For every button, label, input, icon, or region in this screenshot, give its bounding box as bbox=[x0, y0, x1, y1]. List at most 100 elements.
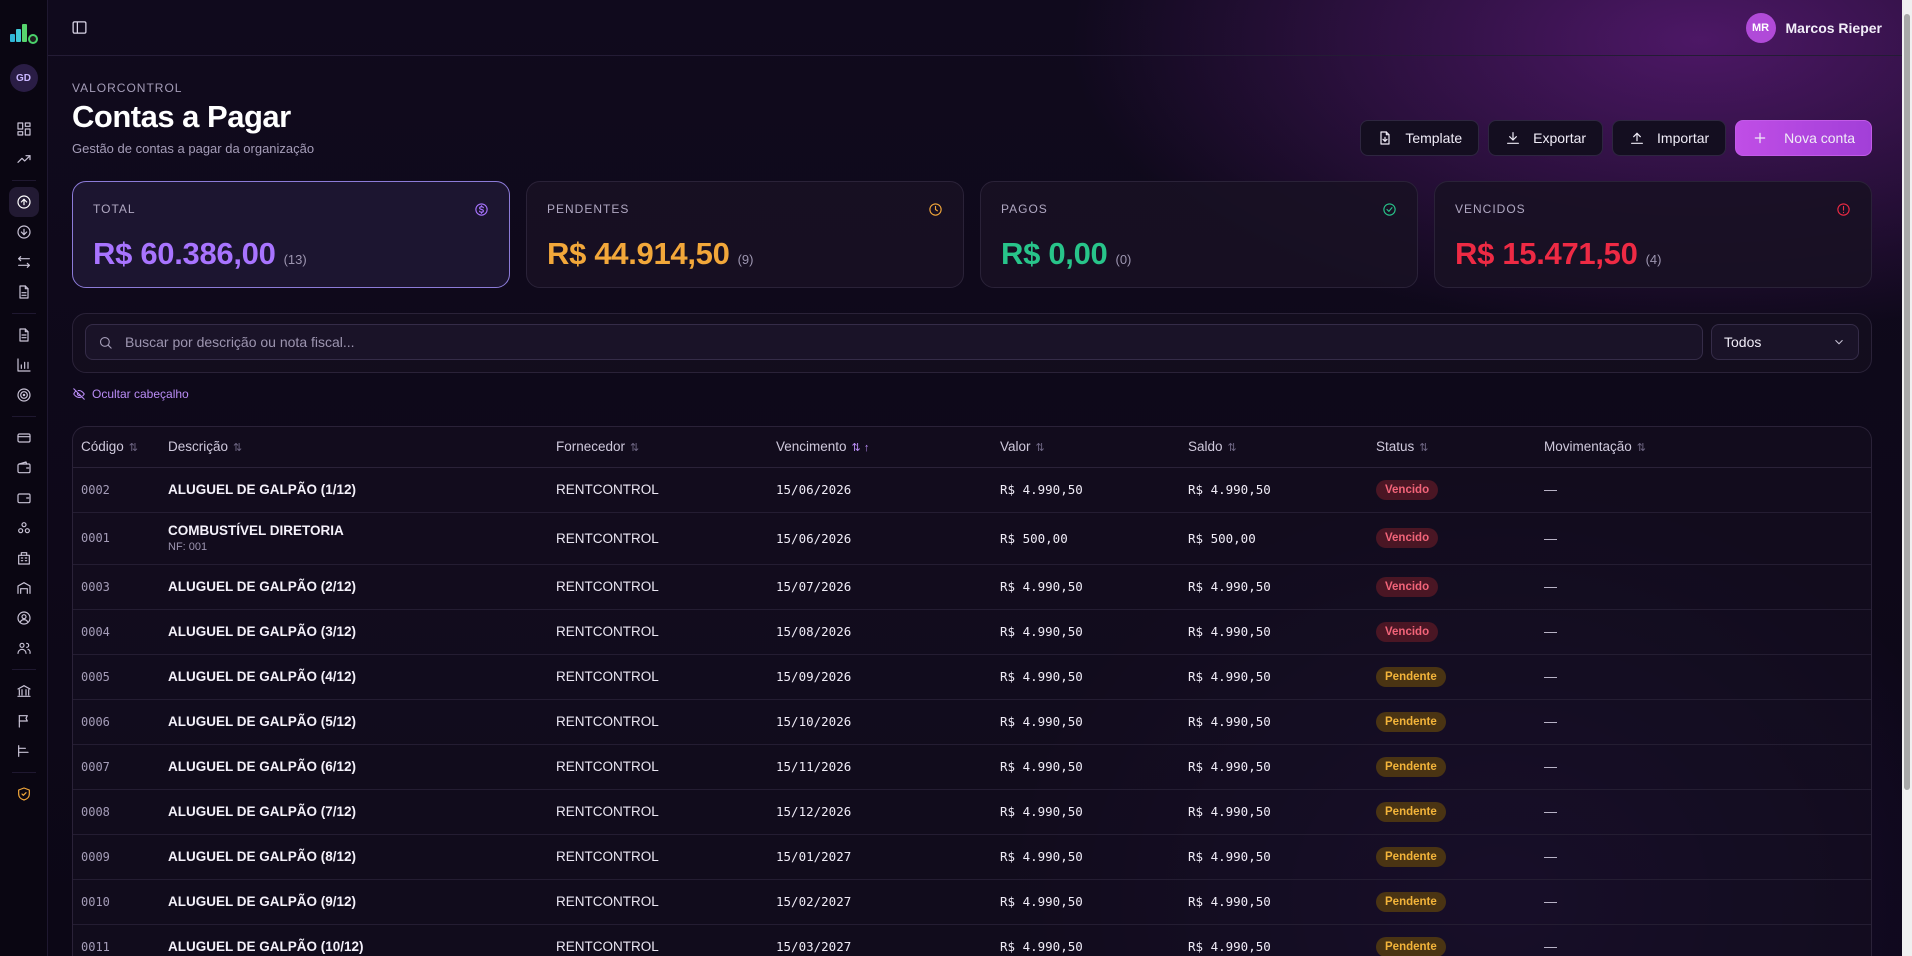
wallet-alt-icon[interactable] bbox=[9, 483, 39, 513]
status-badge: Vencido bbox=[1376, 479, 1439, 500]
sort-icon: ⇅ bbox=[1035, 442, 1045, 455]
card-pendentes[interactable]: PENDENTES R$ 44.914,50 (9) bbox=[526, 181, 964, 288]
table-body: 0002 ALUGUEL DE GALPÃO (1/12) RENTCONTROL 1… bbox=[73, 467, 1871, 956]
breadcrumb: VALORCONTROL bbox=[72, 81, 183, 95]
table-row[interactable]: 0009 ALUGUEL DE GALPÃO (8/12) RENTCONTROL 1… bbox=[73, 834, 1871, 880]
cell-vencimento: 15/06/2026 bbox=[776, 512, 1000, 565]
column-header-saldo[interactable]: Saldo ⇅ bbox=[1188, 427, 1376, 468]
cell-fornecedor: RENTCONTROL bbox=[556, 609, 776, 655]
sidebar-toggle-icon[interactable] bbox=[68, 17, 90, 39]
table-row[interactable]: 0008 ALUGUEL DE GALPÃO (7/12) RENTCONTROL 1… bbox=[73, 789, 1871, 835]
table-row[interactable]: 0006 ALUGUEL DE GALPÃO (5/12) RENTCONTROL 1… bbox=[73, 699, 1871, 745]
cell-codigo: 0006 bbox=[73, 699, 168, 745]
app-logo-icon[interactable] bbox=[9, 18, 38, 44]
card-vencidos[interactable]: VENCIDOS R$ 15.471,50 (4) bbox=[1434, 181, 1872, 288]
column-header-movimentacao[interactable]: Movimentação ⇅ bbox=[1544, 427, 1871, 468]
cell-movimentacao: — bbox=[1544, 699, 1871, 745]
receipt-icon[interactable] bbox=[9, 277, 39, 307]
search-box[interactable] bbox=[85, 324, 1703, 360]
user-circle-icon[interactable] bbox=[9, 603, 39, 633]
search-input[interactable] bbox=[125, 334, 1625, 350]
workspace-avatar[interactable]: GD bbox=[9, 64, 38, 92]
warehouse-icon[interactable] bbox=[9, 573, 39, 603]
description-text: ALUGUEL DE GALPÃO (7/12) bbox=[168, 804, 357, 819]
column-header-fornecedor[interactable]: Fornecedor ⇅ bbox=[556, 427, 776, 468]
arrow-up-circle-icon[interactable] bbox=[8, 187, 39, 217]
card-total-label: TOTAL bbox=[93, 202, 136, 216]
cell-descricao: ALUGUEL DE GALPÃO (10/12) bbox=[168, 924, 556, 956]
cell-saldo: R$ 4.990,50 bbox=[1188, 699, 1376, 745]
table-row[interactable]: 0004 ALUGUEL DE GALPÃO (3/12) RENTCONTROL 1… bbox=[73, 609, 1871, 655]
description-text: ALUGUEL DE GALPÃO (4/12) bbox=[168, 669, 357, 684]
table-row[interactable]: 0007 ALUGUEL DE GALPÃO (6/12) RENTCONTROL 1… bbox=[73, 744, 1871, 790]
card-total[interactable]: TOTAL R$ 60.386,00 (13) bbox=[72, 181, 510, 288]
cell-status: Pendente bbox=[1376, 834, 1544, 880]
wallet-icon[interactable] bbox=[9, 453, 39, 483]
card-pagos[interactable]: PAGOS R$ 0,00 (0) bbox=[980, 181, 1418, 288]
sort-icon: ⇅ bbox=[233, 442, 243, 455]
table-row[interactable]: 0010 ALUGUEL DE GALPÃO (9/12) RENTCONTROL 1… bbox=[73, 879, 1871, 925]
cell-valor: R$ 4.990,50 bbox=[1000, 654, 1188, 700]
column-header-codigo[interactable]: Código ⇅ bbox=[73, 427, 168, 468]
template-button[interactable]: Template bbox=[1360, 120, 1480, 156]
cell-fornecedor: RENTCONTROL bbox=[556, 744, 776, 790]
target-icon[interactable] bbox=[9, 380, 39, 410]
card-pagos-label: PAGOS bbox=[1001, 202, 1048, 216]
accounts-table: Código ⇅ Descrição ⇅ Fornecedor ⇅ Venciment… bbox=[72, 426, 1872, 956]
table-row[interactable]: 0002 ALUGUEL DE GALPÃO (1/12) RENTCONTROL 1… bbox=[73, 467, 1871, 513]
user-avatar[interactable]: MR bbox=[1745, 12, 1776, 43]
cell-descricao: ALUGUEL DE GALPÃO (4/12) bbox=[168, 654, 556, 700]
transfer-icon[interactable] bbox=[9, 247, 39, 277]
export-button[interactable]: Exportar bbox=[1488, 120, 1604, 156]
column-header-vencimento[interactable]: Vencimento ⇅ ↑ bbox=[776, 427, 1000, 468]
credit-card-icon[interactable] bbox=[9, 423, 39, 453]
arrow-down-circle-icon[interactable] bbox=[9, 217, 39, 247]
cell-descricao: ALUGUEL DE GALPÃO (7/12) bbox=[168, 789, 556, 835]
hierarchy-icon[interactable] bbox=[9, 736, 39, 766]
table-row[interactable]: 0011 ALUGUEL DE GALPÃO (10/12) RENTCONTROL… bbox=[73, 924, 1871, 956]
description-text: ALUGUEL DE GALPÃO (5/12) bbox=[168, 714, 357, 729]
trending-up-icon[interactable] bbox=[9, 144, 39, 174]
new-account-button[interactable]: Nova conta bbox=[1735, 120, 1872, 156]
bar-chart-icon[interactable] bbox=[9, 350, 39, 380]
shield-icon[interactable] bbox=[9, 779, 39, 809]
hide-header-label: Ocultar cabeçalho bbox=[92, 387, 189, 401]
table-row[interactable]: 0005 ALUGUEL DE GALPÃO (4/12) RENTCONTROL 1… bbox=[73, 654, 1871, 700]
boxes-icon[interactable] bbox=[9, 513, 39, 543]
hide-header-link[interactable]: Ocultar cabeçalho bbox=[72, 387, 189, 401]
cell-valor: R$ 4.990,50 bbox=[1000, 699, 1188, 745]
dashboard-icon[interactable] bbox=[9, 114, 39, 144]
table-row[interactable]: 0003 ALUGUEL DE GALPÃO (2/12) RENTCONTROL 1… bbox=[73, 564, 1871, 610]
column-header-descricao[interactable]: Descrição ⇅ bbox=[168, 427, 556, 468]
cell-descricao: ALUGUEL DE GALPÃO (2/12) bbox=[168, 564, 556, 610]
cell-codigo: 0005 bbox=[73, 654, 168, 700]
user-menu[interactable]: MR Marcos Rieper bbox=[1745, 12, 1882, 43]
column-header-valor[interactable]: Valor ⇅ bbox=[1000, 427, 1188, 468]
scrollbar-thumb[interactable] bbox=[1904, 14, 1910, 790]
cell-codigo: 0008 bbox=[73, 789, 168, 835]
bank-icon[interactable] bbox=[9, 676, 39, 706]
status-badge: Vencido bbox=[1376, 621, 1439, 642]
cell-fornecedor: RENTCONTROL bbox=[556, 879, 776, 925]
cell-status: Vencido bbox=[1376, 512, 1544, 565]
status-filter-select[interactable]: Todos bbox=[1711, 324, 1859, 360]
cell-saldo: R$ 4.990,50 bbox=[1188, 564, 1376, 610]
import-button[interactable]: Importar bbox=[1612, 120, 1727, 156]
column-header-status[interactable]: Status ⇅ bbox=[1376, 427, 1544, 468]
users-icon[interactable] bbox=[9, 633, 39, 663]
eye-off-icon bbox=[73, 388, 85, 400]
sort-icon: ⇅ bbox=[128, 442, 138, 455]
status-badge: Vencido bbox=[1376, 528, 1439, 548]
cell-movimentacao: — bbox=[1544, 564, 1871, 610]
flag-icon[interactable] bbox=[9, 706, 39, 736]
card-pagos-value: R$ 0,00 bbox=[1001, 236, 1108, 271]
page-scrollbar[interactable] bbox=[1902, 0, 1912, 956]
building-icon[interactable] bbox=[9, 543, 39, 573]
download-icon bbox=[1507, 132, 1520, 144]
cell-status: Pendente bbox=[1376, 654, 1544, 700]
card-vencidos-label: VENCIDOS bbox=[1455, 202, 1526, 216]
cell-vencimento: 15/10/2026 bbox=[776, 699, 1000, 745]
document-icon[interactable] bbox=[9, 320, 39, 350]
cell-status: Vencido bbox=[1376, 564, 1544, 610]
table-row[interactable]: 0001 COMBUSTÍVEL DIRETORIA NF: 001 RENTCONT… bbox=[73, 512, 1871, 565]
